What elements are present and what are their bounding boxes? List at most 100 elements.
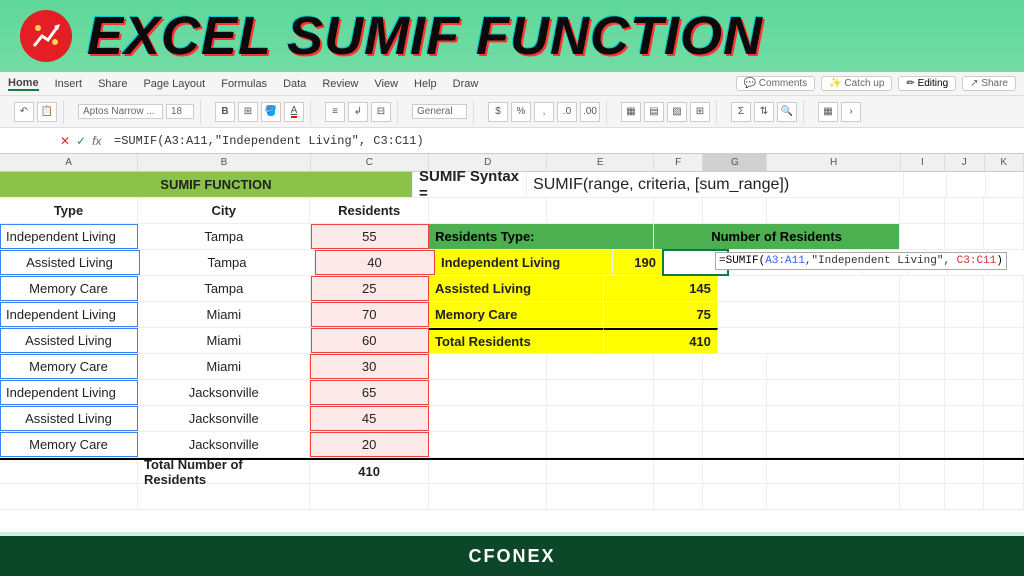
decimal-dec-button[interactable]: .0 [557, 102, 577, 122]
cell-residents[interactable]: 70 [311, 302, 429, 327]
col-J[interactable]: J [945, 154, 984, 171]
comma-button[interactable]: , [534, 102, 554, 122]
share-button[interactable]: ↗ Share [962, 76, 1016, 91]
border-button[interactable]: ⊞ [238, 102, 258, 122]
cell-city[interactable]: Jacksonville [138, 432, 310, 457]
worksheet[interactable]: SUMIF FUNCTION SUMIF Syntax = SUMIF(rang… [0, 172, 1024, 532]
catchup-button[interactable]: ✨ Catch up [821, 76, 892, 91]
confirm-icon[interactable]: ✓ [76, 134, 86, 148]
cell-city[interactable]: Miami [138, 328, 311, 353]
header-type[interactable]: Type [0, 198, 138, 223]
cell-city[interactable]: Tampa [138, 224, 311, 249]
cell-type[interactable]: Independent Living [0, 224, 138, 249]
tab-draw[interactable]: Draw [453, 78, 479, 90]
fill-color-button[interactable]: 🪣 [261, 102, 281, 122]
cell-residents[interactable]: 45 [310, 406, 428, 431]
cell-type[interactable]: Independent Living [0, 380, 138, 405]
inline-formula-editor[interactable]: =SUMIF(A3:A11,"Independent Living", C3:C… [715, 252, 1007, 270]
title-cell[interactable] [0, 172, 133, 197]
col-A[interactable]: A [0, 154, 138, 171]
col-G[interactable]: G [703, 154, 767, 171]
title-cell[interactable]: SUMIF FUNCTION [133, 172, 299, 197]
cell-city[interactable]: Jacksonville [138, 380, 310, 405]
summary-h2[interactable]: Number of Residents [654, 224, 900, 249]
styles-button[interactable]: ▨ [667, 102, 687, 122]
tab-insert[interactable]: Insert [55, 78, 83, 90]
col-C[interactable]: C [311, 154, 429, 171]
col-I[interactable]: I [901, 154, 945, 171]
col-H[interactable]: H [767, 154, 900, 171]
syntax-label[interactable]: SUMIF Syntax = [413, 172, 527, 197]
tab-view[interactable]: View [374, 78, 398, 90]
title-cell[interactable] [299, 172, 413, 197]
bold-button[interactable]: B [215, 102, 235, 122]
cell-type[interactable]: Assisted Living [0, 406, 138, 431]
summary-label[interactable]: Independent Living [435, 250, 613, 275]
size-select[interactable]: 18 [166, 104, 194, 119]
formula-input[interactable]: =SUMIF(A3:A11,"Independent Living", C3:C… [108, 134, 1024, 148]
syntax-text[interactable]: SUMIF(range, criteria, [sum_range]) [527, 172, 904, 197]
addins-button[interactable]: ▦ [818, 102, 838, 122]
cancel-icon[interactable]: ✕ [60, 134, 70, 148]
col-E[interactable]: E [547, 154, 654, 171]
summary-label[interactable]: Assisted Living [429, 276, 604, 301]
cell-type[interactable]: Independent Living [0, 302, 138, 327]
summary-val[interactable]: 145 [604, 276, 717, 301]
paste-icon[interactable]: 📋 [37, 102, 57, 122]
table-button[interactable]: ▤ [644, 102, 664, 122]
cell-type[interactable]: Assisted Living [0, 328, 138, 353]
fx-icon[interactable]: fx [92, 134, 101, 148]
header-residents[interactable]: Residents [310, 198, 428, 223]
col-F[interactable]: F [654, 154, 703, 171]
tab-share[interactable]: Share [98, 78, 127, 90]
summary-label[interactable]: Memory Care [429, 302, 604, 327]
summary-val[interactable]: 190 [613, 250, 663, 275]
cell-type[interactable]: Memory Care [0, 354, 138, 379]
sort-button[interactable]: ⇅ [754, 102, 774, 122]
tab-review[interactable]: Review [322, 78, 358, 90]
summary-total-label[interactable]: Total Residents [429, 328, 604, 353]
cell-city[interactable]: Jacksonville [138, 406, 310, 431]
sum-button[interactable]: Σ [731, 102, 751, 122]
align-button[interactable]: ≡ [325, 102, 345, 122]
col-B[interactable]: B [138, 154, 311, 171]
cell-residents[interactable]: 55 [311, 224, 429, 249]
cell-residents[interactable]: 20 [310, 432, 428, 457]
font-color-button[interactable]: A [284, 102, 304, 122]
summary-total-val[interactable]: 410 [604, 328, 717, 353]
summary-val[interactable]: 75 [604, 302, 717, 327]
cell-residents[interactable]: 40 [315, 250, 435, 275]
more-button[interactable]: › [841, 102, 861, 122]
currency-button[interactable]: $ [488, 102, 508, 122]
tab-help[interactable]: Help [414, 78, 437, 90]
editing-button[interactable]: ✏ Editing [898, 76, 956, 91]
header-city[interactable]: City [138, 198, 310, 223]
col-K[interactable]: K [985, 154, 1024, 171]
cell-type[interactable]: Memory Care [0, 432, 138, 457]
conditional-button[interactable]: ▦ [621, 102, 641, 122]
undo-icon[interactable]: ↶ [14, 102, 34, 122]
font-select[interactable]: Aptos Narrow ... [78, 104, 163, 119]
cell-city[interactable]: Miami [138, 302, 311, 327]
tab-formulas[interactable]: Formulas [221, 78, 267, 90]
comments-button[interactable]: 💬 Comments [736, 76, 816, 91]
total-label[interactable]: Total Number of Residents [138, 460, 310, 483]
tab-page-layout[interactable]: Page Layout [143, 78, 205, 90]
summary-h1[interactable]: Residents Type: [429, 224, 654, 249]
find-button[interactable]: 🔍 [777, 102, 797, 122]
cell-city[interactable]: Tampa [140, 250, 315, 275]
cell-residents[interactable]: 65 [310, 380, 428, 405]
cell-city[interactable]: Miami [138, 354, 310, 379]
merge-button[interactable]: ⊟ [371, 102, 391, 122]
format-select[interactable]: General [412, 104, 467, 119]
cell-residents[interactable]: 60 [311, 328, 429, 353]
cell-type[interactable]: Memory Care [0, 276, 138, 301]
cell-type[interactable]: Assisted Living [0, 250, 140, 275]
cell-residents[interactable]: 25 [311, 276, 429, 301]
cell-residents[interactable]: 30 [310, 354, 428, 379]
cell-city[interactable]: Tampa [138, 276, 311, 301]
tab-home[interactable]: Home [8, 77, 39, 91]
total-value[interactable]: 410 [310, 460, 428, 483]
wrap-button[interactable]: ↲ [348, 102, 368, 122]
tab-data[interactable]: Data [283, 78, 306, 90]
